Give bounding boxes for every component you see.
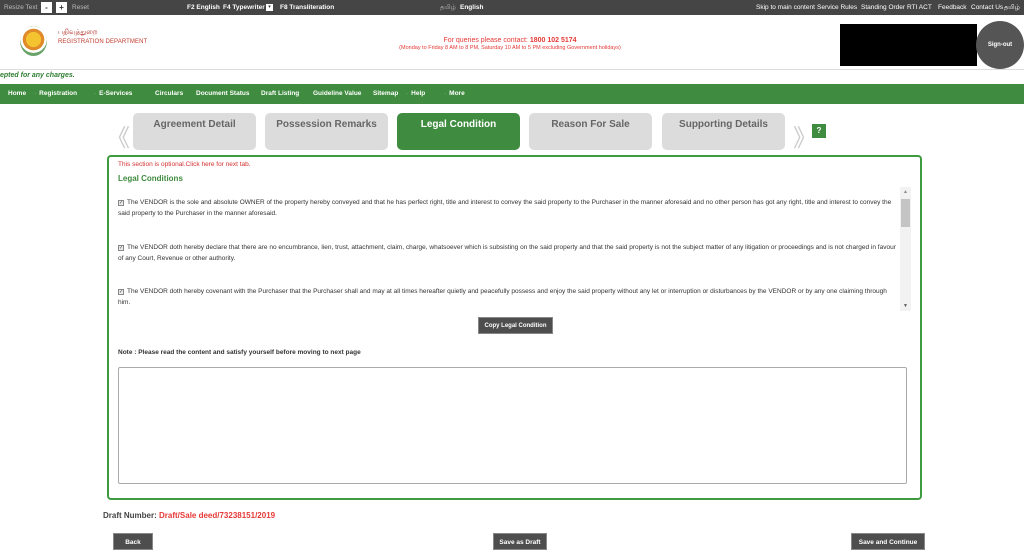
scrollbar-thumb[interactable]	[901, 199, 910, 227]
nav-help[interactable]: · Help	[406, 90, 425, 97]
condition-text: The VENDOR doth hereby declare that ther…	[118, 244, 896, 262]
condition-checkbox[interactable]: ✓	[118, 289, 124, 295]
back-button[interactable]: Back	[113, 533, 153, 550]
resize-text-label: Resize Text	[4, 4, 38, 11]
scroll-down-icon[interactable]: ▼	[900, 303, 911, 309]
condition-text: The VENDOR doth hereby covenant with the…	[118, 288, 887, 306]
legal-conditions-list[interactable]: ✓ The VENDOR is the sole and absolute OWN…	[118, 187, 912, 312]
decrease-text-button[interactable]: -	[41, 2, 52, 13]
save-as-draft-button[interactable]: Save as Draft	[493, 533, 547, 550]
f4-typewriter-option[interactable]: F4 Typewriter	[223, 4, 265, 11]
department-name-english: REGISTRATION DEPARTMENT	[58, 39, 148, 45]
nav-e-services[interactable]: · E-Services	[94, 90, 132, 97]
contact-us-link[interactable]: Contact Us	[971, 4, 1003, 11]
condition-checkbox[interactable]: ✓	[118, 245, 124, 251]
conditions-scrollbar[interactable]: ▲ ▼	[900, 187, 911, 311]
save-and-continue-button[interactable]: Save and Continue	[851, 533, 925, 550]
language-english-option[interactable]: English	[460, 4, 483, 11]
query-hours: (Monday to Friday 8 AM to 8 PM, Saturday…	[399, 45, 621, 51]
nav-guideline-value[interactable]: Guideline Value	[313, 90, 361, 97]
redacted-user-info	[840, 24, 977, 66]
tab-agreement-detail[interactable]: Agreement Detail	[133, 113, 256, 150]
increase-text-button[interactable]: +	[56, 2, 67, 13]
site-header: பதிவுத்துறை REGISTRATION DEPARTMENT For …	[0, 15, 1024, 70]
legal-condition-item: ✓ The VENDOR is the sole and absolute OWN…	[118, 197, 898, 219]
query-contact: For queries please contact: 1800 102 517…	[350, 37, 670, 44]
legal-condition-textarea[interactable]	[118, 367, 907, 484]
sign-out-button[interactable]: Sign-out	[976, 21, 1024, 69]
nav-label: Sitemap	[373, 90, 399, 97]
nav-label: Guideline Value	[313, 90, 362, 97]
nav-label: More	[449, 90, 465, 97]
main-navigation: Home · Registration · E-Services Circulars…	[0, 84, 1024, 104]
f2-english-option[interactable]: F2 English	[187, 4, 220, 11]
nav-more[interactable]: · More	[444, 90, 465, 97]
condition-checkbox[interactable]: ✓	[118, 200, 124, 206]
nav-label: Document Status	[196, 90, 250, 97]
nav-label: Circulars	[155, 90, 184, 97]
skip-to-main-link[interactable]: Skip to main content	[756, 4, 815, 11]
government-emblem-logo[interactable]	[20, 26, 47, 56]
standing-order-link[interactable]: Standing Order	[861, 4, 905, 11]
feedback-link[interactable]: Feedback	[938, 4, 967, 11]
tamil-language-link[interactable]: தமிழ்	[1004, 4, 1020, 12]
read-content-note: Note : Please read the content and satis…	[118, 349, 361, 356]
legal-condition-item: ✓ The VENDOR doth hereby declare that the…	[118, 242, 898, 264]
top-utility-bar: Resize Text - + Reset F2 English F4 Type…	[0, 0, 1024, 15]
scrolling-notice: epted for any charges.	[0, 72, 75, 79]
nav-sitemap[interactable]: Sitemap	[373, 90, 398, 97]
rti-act-link[interactable]: RTI ACT	[907, 4, 932, 11]
query-label: For queries please contact:	[443, 37, 530, 44]
query-phone: 1800 102 5174	[529, 37, 577, 44]
nav-registration[interactable]: · Registration	[34, 90, 77, 97]
tab-legal-condition[interactable]: Legal Condition	[397, 113, 520, 150]
nav-circulars[interactable]: Circulars	[155, 90, 183, 97]
draft-number-value: Draft/Sale deed/73238151/2019	[159, 511, 276, 520]
nav-label: E-Services	[99, 90, 133, 97]
nav-document-status[interactable]: Document Status	[196, 90, 249, 97]
language-tamil-option[interactable]: தமிழ்	[440, 4, 456, 12]
tab-reason-for-sale[interactable]: Reason For Sale	[529, 113, 652, 150]
draft-number: Draft Number: Draft/Sale deed/73238151/2…	[103, 511, 275, 520]
nav-draft-listing[interactable]: Draft Listing	[261, 90, 299, 97]
service-rules-link[interactable]: Service Rules	[817, 4, 857, 11]
tab-supporting-details[interactable]: Supporting Details	[662, 113, 785, 150]
nav-label: Help	[411, 90, 426, 97]
optional-section-link[interactable]: This section is optional.Click here for …	[118, 161, 251, 168]
reset-text-button[interactable]: Reset	[72, 4, 89, 11]
legal-condition-panel: This section is optional.Click here for …	[107, 155, 922, 500]
f8-transliteration-option[interactable]: F8 Transliteration	[280, 4, 334, 11]
condition-text: The VENDOR is the sole and absolute OWNE…	[118, 199, 892, 217]
department-name-tamil: பதிவுத்துறை	[58, 29, 98, 36]
tab-possession-remarks[interactable]: Possession Remarks	[265, 113, 388, 150]
scroll-up-icon[interactable]: ▲	[900, 189, 911, 195]
draft-number-label: Draft Number:	[103, 511, 160, 520]
copy-legal-condition-button[interactable]: Copy Legal Condition	[478, 317, 553, 334]
legal-conditions-heading: Legal Conditions	[118, 174, 183, 183]
previous-tab-arrow-icon[interactable]: 《	[106, 118, 130, 153]
nav-label: Registration	[39, 90, 78, 97]
nav-label: Draft Listing	[261, 90, 300, 97]
nav-label: Home	[8, 90, 27, 97]
nav-home[interactable]: Home	[8, 90, 26, 97]
legal-condition-item: ✓ The VENDOR doth hereby covenant with th…	[118, 286, 898, 308]
typewriter-dropdown-icon[interactable]: ▾	[266, 4, 273, 11]
help-icon[interactable]: ?	[812, 124, 826, 138]
